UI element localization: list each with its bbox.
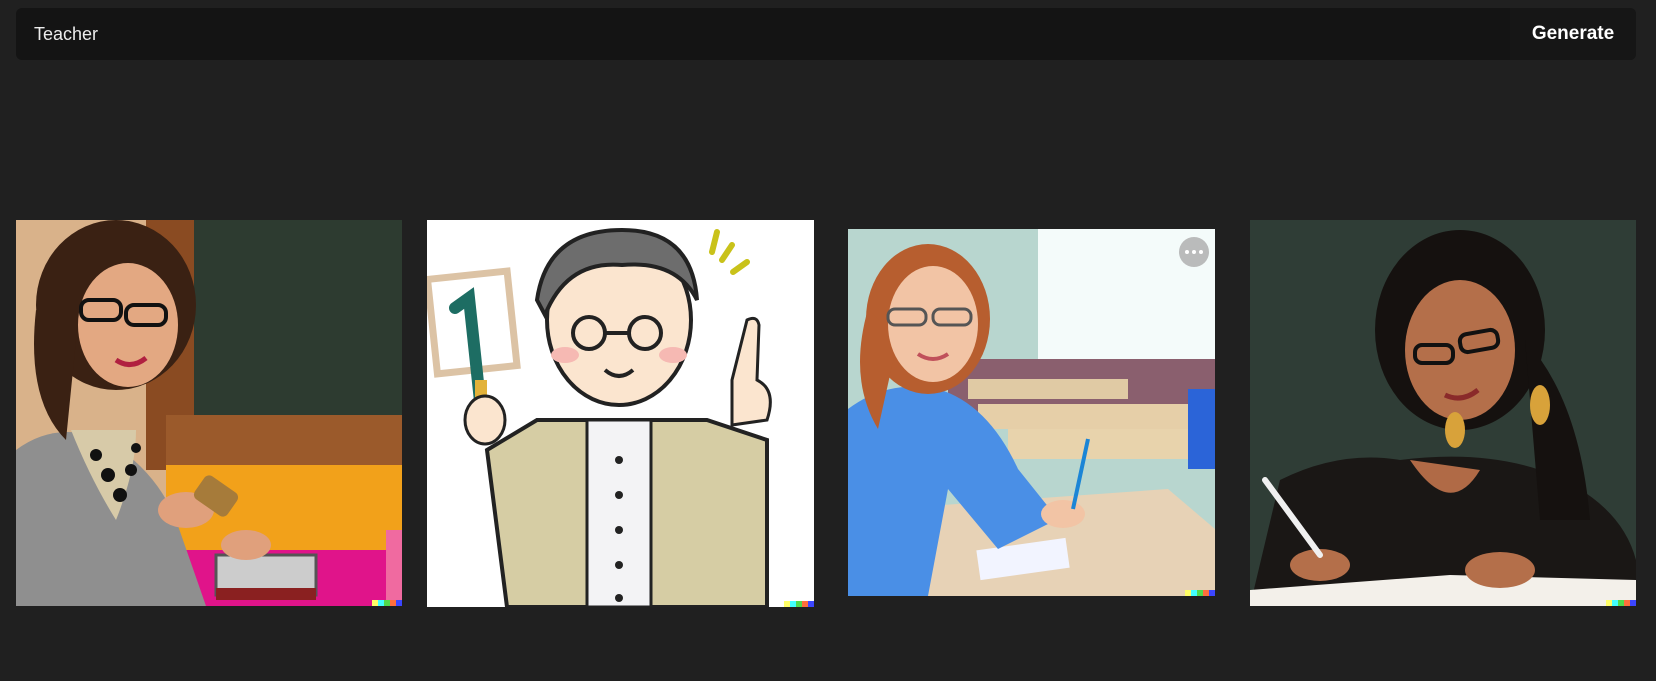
signature-mark	[784, 601, 814, 607]
result-image-4[interactable]	[1250, 220, 1636, 606]
result-image-2[interactable]	[427, 220, 814, 607]
signature-mark	[1606, 600, 1636, 606]
result-image-2-picture	[427, 220, 814, 607]
result-image-3-picture	[848, 229, 1215, 596]
prompt-input[interactable]	[16, 8, 1506, 60]
result-image-1-picture	[16, 220, 402, 606]
signature-mark	[1185, 590, 1215, 596]
result-image-1[interactable]	[16, 220, 402, 606]
generate-button[interactable]: Generate	[1510, 8, 1636, 60]
prompt-bar: Generate	[16, 8, 1636, 60]
result-image-3[interactable]	[848, 229, 1215, 596]
signature-mark	[372, 600, 402, 606]
more-horizontal-icon	[1185, 250, 1189, 254]
result-image-4-picture	[1250, 220, 1636, 606]
more-options-button[interactable]	[1179, 237, 1209, 267]
